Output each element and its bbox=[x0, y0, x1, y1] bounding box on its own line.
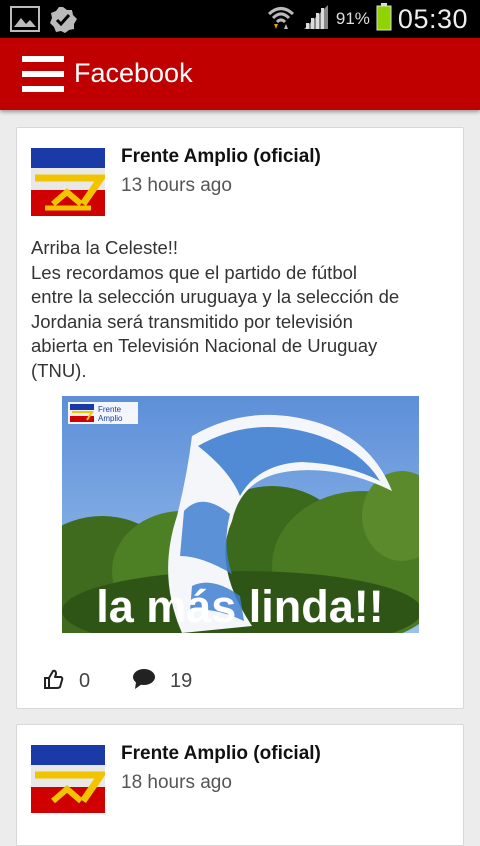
post-text: Arriba la Celeste!! Les recordamos que e… bbox=[31, 236, 456, 383]
comment-icon bbox=[132, 668, 156, 695]
comment-button[interactable]: 19 bbox=[132, 668, 192, 695]
post-text-line: Les recordamos que el partido de fútbol bbox=[31, 261, 358, 283]
post-time: 13 hours ago bbox=[121, 175, 232, 196]
battery-percent: 91% bbox=[335, 9, 370, 28]
post-author[interactable]: Frente Amplio (oficial) bbox=[121, 743, 321, 765]
post-image[interactable]: Frente Amplio la más linda!! bbox=[62, 396, 419, 633]
post-text-line: Arriba la Celeste!! bbox=[31, 237, 179, 258]
status-bar: 91% 05:30 bbox=[0, 0, 480, 38]
logo-text-line2: Amplio bbox=[98, 414, 123, 423]
like-button[interactable]: 0 bbox=[43, 668, 90, 695]
image-icon bbox=[10, 6, 40, 39]
check-badge-icon bbox=[48, 6, 78, 39]
thumbs-up-icon bbox=[43, 668, 65, 695]
image-caption: la más linda!! bbox=[96, 581, 384, 632]
post-card[interactable]: Frente Amplio (oficial) 18 hours ago bbox=[16, 724, 464, 846]
avatar[interactable] bbox=[31, 148, 108, 216]
post-actions: 0 19 bbox=[17, 668, 463, 698]
battery-icon bbox=[376, 2, 392, 36]
wifi-icon bbox=[266, 2, 296, 37]
hamburger-menu-icon[interactable] bbox=[22, 56, 64, 92]
logo-text-line1: Frente bbox=[98, 405, 122, 414]
comment-count: 19 bbox=[170, 670, 193, 692]
post-text-line: (TNU). bbox=[31, 359, 87, 381]
post-text-line: Jordania será transmitido por televisión bbox=[31, 310, 353, 332]
post-text-line: entre la selección uruguaya y la selecci… bbox=[31, 286, 400, 307]
avatar[interactable] bbox=[31, 745, 108, 813]
clock: 05:30 bbox=[397, 3, 468, 34]
app-bar: Facebook bbox=[0, 38, 480, 110]
post-card[interactable]: Frente Amplio (oficial) 13 hours ago Arr… bbox=[16, 127, 464, 709]
post-time: 18 hours ago bbox=[121, 772, 232, 793]
post-text-line: abierta en Televisión Nacional de Urugua… bbox=[31, 335, 378, 356]
signal-icon bbox=[302, 3, 330, 36]
app-title: Facebook bbox=[74, 58, 193, 88]
post-author[interactable]: Frente Amplio (oficial) bbox=[121, 146, 321, 168]
like-count: 0 bbox=[79, 670, 91, 692]
